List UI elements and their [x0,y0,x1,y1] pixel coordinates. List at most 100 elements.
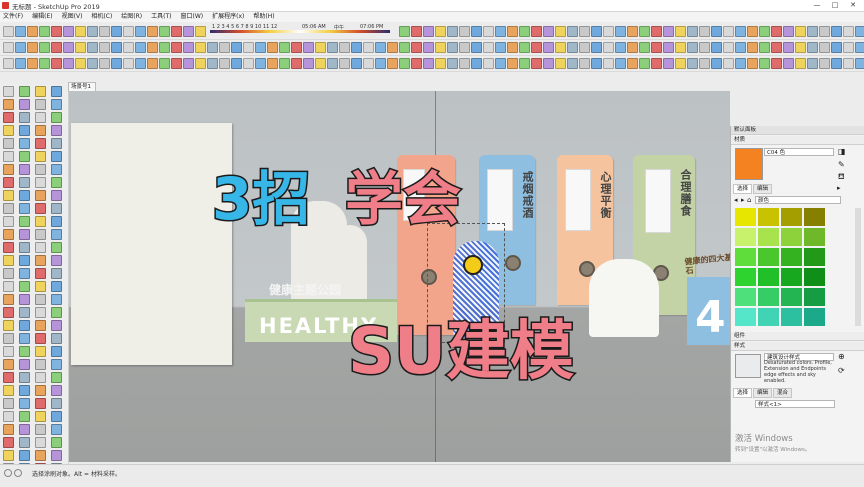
details-arrow-icon[interactable]: ▸ [837,184,841,192]
toolbar-tool-icon[interactable] [3,42,14,53]
toolbar-tool-icon[interactable] [231,58,242,69]
toolbar-tool-icon[interactable] [375,58,386,69]
toolbar-tool-icon[interactable] [147,42,158,53]
toolbar-tool-icon[interactable] [687,26,698,37]
toolbar-tool-icon[interactable] [51,26,62,37]
material-swatch[interactable] [758,248,779,266]
toolbar-tool-icon[interactable] [3,58,14,69]
palette-tool-icon[interactable] [3,229,14,240]
toolbar-tool-icon[interactable] [615,58,626,69]
toolbar-tool-icon[interactable] [747,58,758,69]
toolbar-tool-icon[interactable] [555,42,566,53]
toolbar-tool-icon[interactable] [519,58,530,69]
toolbar-tool-icon[interactable] [831,58,842,69]
toolbar-tool-icon[interactable] [471,26,482,37]
palette-tool-icon[interactable] [3,177,14,188]
toolbar-tool-icon[interactable] [435,26,446,37]
palette-tool-icon[interactable] [35,372,46,383]
toolbar-tool-icon[interactable] [39,26,50,37]
toolbar-tool-icon[interactable] [735,42,746,53]
material-swatch[interactable] [781,288,802,306]
palette-tool-icon[interactable] [3,164,14,175]
toolbar-tool-icon[interactable] [27,42,38,53]
toolbar-tool-icon[interactable] [15,42,26,53]
toolbar-tool-icon[interactable] [75,58,86,69]
toolbar-tool-icon[interactable] [615,42,626,53]
palette-tool-icon[interactable] [19,437,30,448]
palette-tool-icon[interactable] [51,424,62,435]
toolbar-tool-icon[interactable] [63,58,74,69]
components-section-header[interactable]: 组件 [731,332,864,341]
palette-tool-icon[interactable] [35,294,46,305]
toolbar-tool-icon[interactable] [819,26,830,37]
palette-tool-icon[interactable] [35,151,46,162]
palette-tool-icon[interactable] [3,216,14,227]
toolbar-tool-icon[interactable] [651,42,662,53]
palette-tool-icon[interactable] [35,86,46,97]
palette-tool-icon[interactable] [3,190,14,201]
toolbar-tool-icon[interactable] [807,58,818,69]
toolbar-tool-icon[interactable] [459,26,470,37]
palette-tool-icon[interactable] [51,450,62,461]
palette-tool-icon[interactable] [51,216,62,227]
material-swatch[interactable] [804,208,825,226]
palette-tool-icon[interactable] [35,333,46,344]
material-swatch[interactable] [804,308,825,326]
style-thumbnail[interactable] [735,354,761,378]
toolbar-tool-icon[interactable] [87,26,98,37]
toolbar-tool-icon[interactable] [639,58,650,69]
back-icon[interactable]: ◂ [734,196,738,204]
toolbar-tool-icon[interactable] [183,26,194,37]
palette-tool-icon[interactable] [19,372,30,383]
toolbar-tool-icon[interactable] [195,42,206,53]
geo-location-icon[interactable] [4,469,12,477]
toolbar-tool-icon[interactable] [279,58,290,69]
toolbar-tool-icon[interactable] [63,42,74,53]
material-swatch[interactable] [758,228,779,246]
palette-tool-icon[interactable] [35,268,46,279]
material-swatch[interactable] [735,288,756,306]
toolbar-tool-icon[interactable] [747,42,758,53]
toolbar-tool-icon[interactable] [795,58,806,69]
palette-tool-icon[interactable] [51,333,62,344]
toolbar-tool-icon[interactable] [759,26,770,37]
palette-tool-icon[interactable] [35,242,46,253]
toolbar-tool-icon[interactable] [807,26,818,37]
toolbar-tool-icon[interactable] [159,58,170,69]
toolbar-tool-icon[interactable] [3,26,14,37]
toolbar-tool-icon[interactable] [831,42,842,53]
menu-camera[interactable]: 相机(C) [91,12,112,22]
palette-tool-icon[interactable] [51,398,62,409]
toolbar-tool-icon[interactable] [195,26,206,37]
toolbar-tool-icon[interactable] [483,58,494,69]
materials-tab-edit[interactable]: 编辑 [753,184,773,194]
palette-tool-icon[interactable] [35,99,46,110]
toolbar-tool-icon[interactable] [639,26,650,37]
toolbar-tool-icon[interactable] [183,42,194,53]
palette-tool-icon[interactable] [19,177,30,188]
palette-tool-icon[interactable] [19,333,30,344]
toolbar-tool-icon[interactable] [75,42,86,53]
toolbar-tool-icon[interactable] [531,26,542,37]
material-swatch[interactable] [758,288,779,306]
palette-tool-icon[interactable] [51,125,62,136]
toolbar-tool-icon[interactable] [111,42,122,53]
toolbar-tool-icon[interactable] [471,58,482,69]
toolbar-tool-icon[interactable] [15,58,26,69]
palette-tool-icon[interactable] [51,294,62,305]
palette-tool-icon[interactable] [51,320,62,331]
toolbar-tool-icon[interactable] [555,58,566,69]
styles-tab-mix[interactable]: 混合 [773,388,793,398]
toolbar-tool-icon[interactable] [675,26,686,37]
material-name-field[interactable]: C04 色 [764,148,834,156]
palette-tool-icon[interactable] [51,99,62,110]
toolbar-tool-icon[interactable] [783,58,794,69]
toolbar-tool-icon[interactable] [639,42,650,53]
toolbar-tool-icon[interactable] [543,42,554,53]
menu-extensions[interactable]: 扩展程序(x) [212,12,244,22]
forward-icon[interactable]: ▸ [741,196,745,204]
toolbar-tool-icon[interactable] [819,42,830,53]
toolbar-tool-icon[interactable] [351,58,362,69]
toolbar-tool-icon[interactable] [807,42,818,53]
toolbar-tool-icon[interactable] [603,42,614,53]
